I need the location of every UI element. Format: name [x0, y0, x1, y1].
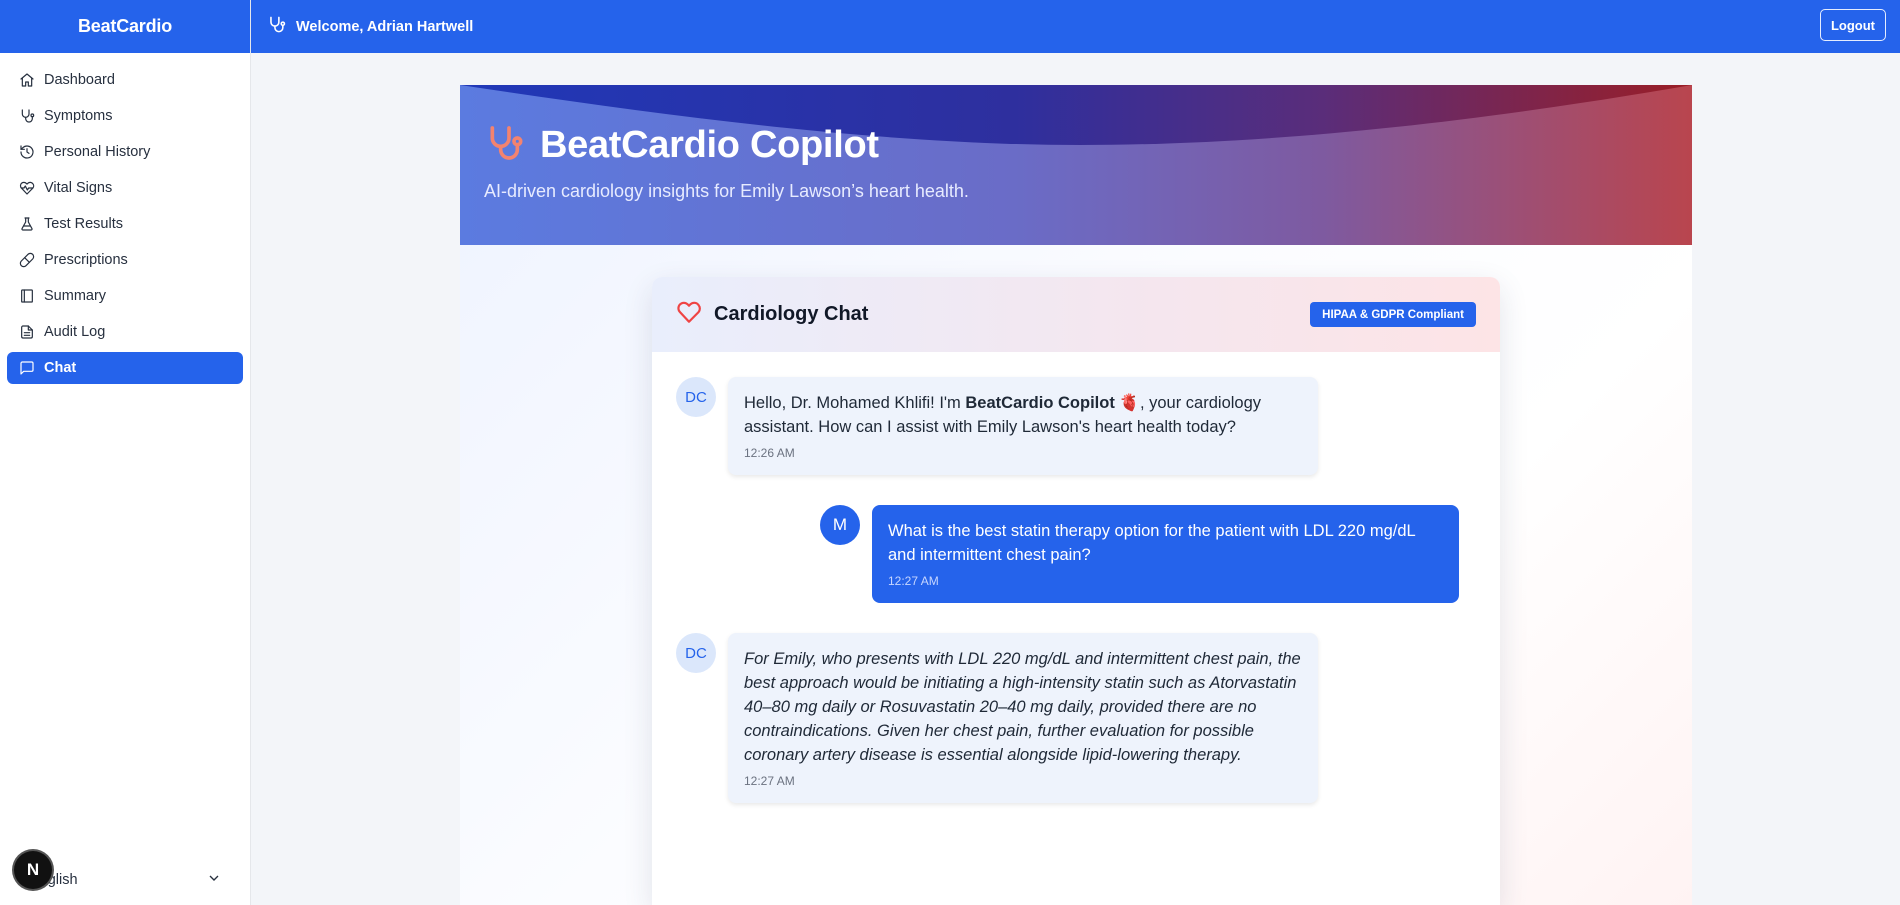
sidebar-nav: Dashboard Symptoms Personal History Vita…	[0, 53, 250, 399]
hero-banner: BeatCardio Copilot AI-driven cardiology …	[460, 85, 1692, 245]
heart-pulse-icon	[19, 180, 35, 196]
main-content: BeatCardio Copilot AI-driven cardiology …	[251, 53, 1900, 905]
message-timestamp: 12:26 AM	[744, 446, 795, 460]
stethoscope-icon	[267, 15, 286, 39]
chat-title: Cardiology Chat	[714, 303, 869, 325]
brand-logo[interactable]: BeatCardio	[0, 0, 250, 53]
sidebar-item-label: Chat	[44, 360, 77, 376]
sidebar-item-audit-log[interactable]: Audit Log	[7, 316, 243, 348]
chevron-down-icon	[206, 870, 222, 890]
sidebar-item-label: Prescriptions	[44, 252, 128, 268]
stethoscope-icon	[484, 123, 524, 168]
sidebar-item-chat[interactable]: Chat	[7, 352, 243, 384]
book-icon	[19, 288, 35, 304]
compliance-badge: HIPAA & GDPR Compliant	[1310, 302, 1476, 327]
page-subtitle: AI-driven cardiology insights for Emily …	[484, 181, 969, 201]
sidebar-item-label: Test Results	[44, 216, 123, 232]
message-text: For Emily, who presents with LDL 220 mg/…	[744, 650, 1301, 764]
chat-header: Cardiology Chat HIPAA & GDPR Compliant	[652, 277, 1500, 352]
chat-card: Cardiology Chat HIPAA & GDPR Compliant D…	[652, 277, 1500, 905]
heart-icon	[676, 299, 702, 330]
bot-avatar: DC	[676, 377, 716, 417]
message-text: Hello, Dr. Mohamed Khlifi! I'm BeatCardi…	[744, 391, 1302, 439]
chat-message-bot: Hello, Dr. Mohamed Khlifi! I'm BeatCardi…	[728, 377, 1318, 475]
pill-icon	[19, 252, 35, 268]
sidebar-item-label: Dashboard	[44, 72, 115, 88]
sidebar-item-label: Audit Log	[44, 324, 106, 340]
n-badge-button[interactable]: N	[14, 851, 52, 889]
page-title: BeatCardio Copilot	[540, 124, 879, 166]
sidebar-item-symptoms[interactable]: Symptoms	[7, 100, 243, 132]
top-bar: Welcome, Adrian Hartwell Logout	[251, 0, 1900, 53]
sidebar-item-label: Personal History	[44, 144, 151, 160]
home-icon	[19, 72, 35, 88]
sidebar-item-summary[interactable]: Summary	[7, 280, 243, 312]
history-icon	[19, 144, 35, 160]
sidebar-item-label: Summary	[44, 288, 107, 304]
flask-icon	[19, 216, 35, 232]
message-timestamp: 12:27 AM	[888, 574, 939, 588]
chat-message-user: What is the best statin therapy option f…	[872, 505, 1459, 603]
message-text-bold: BeatCardio Copilot	[965, 394, 1115, 412]
sidebar-item-prescriptions[interactable]: Prescriptions	[7, 244, 243, 276]
logout-button[interactable]: Logout	[1819, 9, 1886, 41]
sidebar-item-label: Symptoms	[44, 108, 113, 124]
message-timestamp: 12:27 AM	[744, 774, 795, 788]
anatomical-heart-icon: 🫀	[1119, 394, 1140, 412]
bot-avatar: DC	[676, 633, 716, 673]
sidebar-item-personal-history[interactable]: Personal History	[7, 136, 243, 168]
message-text: What is the best statin therapy option f…	[888, 522, 1416, 564]
sidebar-item-vital-signs[interactable]: Vital Signs	[7, 172, 243, 204]
chat-message-bot: For Emily, who presents with LDL 220 mg/…	[728, 633, 1318, 803]
sidebar-item-test-results[interactable]: Test Results	[7, 208, 243, 240]
welcome-text: Welcome, Adrian Hartwell	[296, 18, 474, 35]
message-icon	[19, 360, 35, 376]
sidebar: BeatCardio Dashboard Symptoms Personal H…	[0, 0, 251, 905]
hero-title-row: BeatCardio Copilot	[484, 123, 879, 168]
sidebar-item-dashboard[interactable]: Dashboard	[7, 64, 243, 96]
user-avatar: M	[820, 505, 860, 545]
sidebar-item-label: Vital Signs	[44, 180, 113, 196]
message-text-part: Hello, Dr. Mohamed Khlifi! I'm	[744, 394, 966, 412]
copilot-panel: BeatCardio Copilot AI-driven cardiology …	[460, 85, 1692, 905]
file-text-icon	[19, 324, 35, 340]
stethoscope-icon	[19, 108, 35, 124]
